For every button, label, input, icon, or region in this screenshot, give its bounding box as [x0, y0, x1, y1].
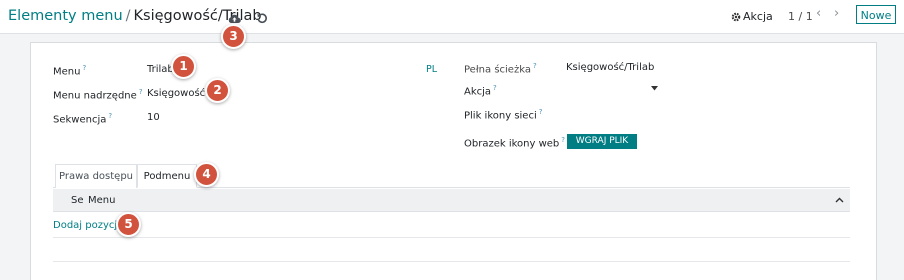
column-header-menu[interactable]: Menu — [88, 195, 115, 206]
callout-badge: 1 — [171, 54, 196, 79]
breadcrumb: Elementy menu / Księgowość/Trilab — [8, 8, 262, 24]
pager-previous-button[interactable]: ‹ — [816, 6, 821, 21]
add-line-link[interactable]: Dodaj pozycję — [53, 220, 123, 231]
pager-value[interactable]: 1 / 1 — [788, 10, 813, 23]
help-tooltip-icon: ? — [108, 112, 113, 120]
gear-icon — [731, 12, 741, 22]
menu-field-label: Menu? — [53, 64, 87, 78]
submenu-table-header: Se Menu — [53, 189, 850, 212]
upload-file-button[interactable]: WGRAJ PLIK — [567, 134, 637, 149]
help-tooltip-icon: ? — [493, 84, 497, 92]
callout-badge: 4 — [194, 162, 219, 187]
undo-icon[interactable] — [256, 9, 268, 28]
breadcrumb-separator: / — [125, 8, 131, 24]
pager-next-button[interactable]: › — [834, 6, 839, 21]
web-icon-image-field-label: Obrazek ikony web? — [464, 136, 565, 150]
web-icon-field-label: Plik ikony sieci? — [464, 108, 543, 122]
column-header-sequence[interactable]: Se — [71, 195, 84, 206]
callout-badge: 3 — [221, 24, 246, 49]
breadcrumb-current: Księgowość/Trilab — [133, 8, 262, 24]
sequence-field-value[interactable]: 10 — [147, 112, 160, 123]
help-tooltip-icon: ? — [138, 88, 143, 96]
parent-menu-field-label: Menu nadrzędne? — [53, 88, 143, 102]
caret-down-icon — [651, 86, 658, 91]
sequence-field-label: Sekwencja? — [53, 112, 113, 126]
form-sheet: Menu? Trilab Menu nadrzędne? Księgowość … — [30, 42, 877, 280]
help-tooltip-icon: ? — [538, 108, 543, 116]
full-path-field-value: Księgowość/Trilab — [566, 62, 655, 73]
control-panel: Elementy menu / Księgowość/Trilab Akcja 1 … — [0, 0, 904, 34]
tab-submenu[interactable]: Podmenu — [137, 164, 197, 188]
tab-access-rights[interactable]: Prawa dostępu — [55, 164, 137, 188]
new-record-button[interactable]: Nowe — [856, 5, 896, 24]
action-menu-button[interactable]: Akcja — [731, 10, 773, 23]
full-path-field-label: Pełna ścieżka? — [464, 62, 537, 76]
help-tooltip-icon: ? — [82, 64, 87, 72]
help-tooltip-icon: ? — [561, 136, 565, 144]
action-select-field[interactable] — [566, 81, 658, 97]
table-row — [53, 261, 850, 262]
breadcrumb-parent-link[interactable]: Elementy menu — [8, 8, 123, 24]
action-menu-label: Akcja — [743, 10, 773, 23]
callout-badge: 2 — [205, 78, 230, 103]
parent-menu-field-value[interactable]: Księgowość — [147, 88, 205, 99]
callout-badge: 5 — [116, 212, 141, 237]
menu-field-value[interactable]: Trilab — [147, 64, 174, 75]
chevron-up-icon[interactable] — [835, 197, 844, 203]
action-field-label: Akcja? — [464, 84, 497, 98]
table-row — [53, 237, 850, 238]
help-tooltip-icon: ? — [532, 62, 537, 70]
language-badge[interactable]: PL — [426, 64, 437, 75]
